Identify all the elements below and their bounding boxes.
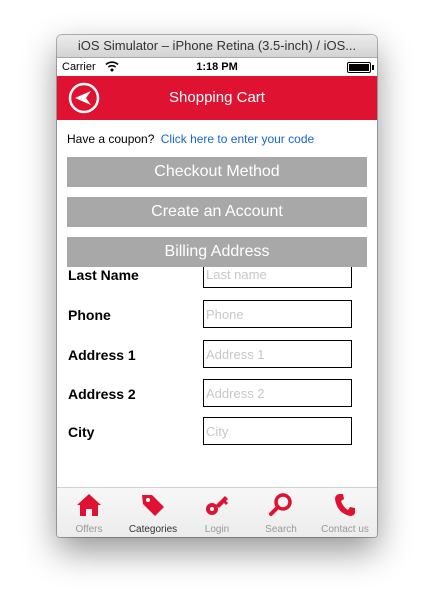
tab-label-categories: Categories — [128, 524, 178, 535]
nav-bar: Shopping Cart — [57, 76, 377, 120]
billing-address-section[interactable]: Billing Address — [67, 237, 367, 267]
tab-label-offers: Offers — [75, 524, 103, 535]
back-button[interactable] — [68, 82, 100, 114]
tab-search[interactable]: Search — [249, 488, 313, 537]
home-icon — [77, 494, 101, 516]
window-title: iOS Simulator – iPhone Retina (3.5-inch)… — [57, 35, 377, 58]
city-field[interactable] — [203, 417, 352, 445]
tab-label-search: Search — [265, 524, 297, 535]
phone-icon — [335, 494, 355, 516]
status-time: 1:18 PM — [196, 61, 238, 73]
phone-label: Phone — [68, 307, 111, 323]
search-icon — [269, 493, 292, 516]
phone-field[interactable] — [203, 300, 352, 328]
key-icon — [206, 496, 228, 515]
address-1-label: Address 1 — [68, 347, 136, 363]
coupon-link[interactable]: Click here to enter your code — [161, 132, 314, 146]
coupon-row: Have a coupon? Click here to enter your … — [67, 132, 314, 146]
address-1-field[interactable] — [203, 340, 352, 368]
phone-screen: Carrier 1:18 PM Shopping Cart Have a cou… — [57, 58, 377, 537]
city-label: City — [68, 424, 95, 440]
nav-title: Shopping Cart — [169, 89, 265, 106]
tab-label-login: Login — [204, 524, 230, 535]
last-name-label: Last Name — [68, 267, 139, 283]
checkout-method-section[interactable]: Checkout Method — [67, 157, 367, 187]
status-bar: Carrier 1:18 PM — [57, 58, 377, 76]
tab-login[interactable]: Login — [185, 488, 249, 537]
tab-label-contact-us: Contact us — [321, 524, 369, 535]
create-account-section[interactable]: Create an Account — [67, 197, 367, 227]
tab-bar: Offers Categories Login Search Contact u… — [57, 487, 377, 537]
simulator-window: iOS Simulator – iPhone Retina (3.5-inch)… — [57, 35, 377, 537]
tab-contact-us[interactable]: Contact us — [313, 488, 377, 537]
tag-icon — [142, 495, 164, 516]
battery-icon — [347, 62, 374, 73]
tab-offers[interactable]: Offers — [57, 488, 121, 537]
coupon-prompt: Have a coupon? — [67, 132, 155, 146]
tab-categories[interactable]: Categories — [121, 488, 185, 537]
address-2-field[interactable] — [203, 379, 352, 407]
address-2-label: Address 2 — [68, 386, 136, 402]
